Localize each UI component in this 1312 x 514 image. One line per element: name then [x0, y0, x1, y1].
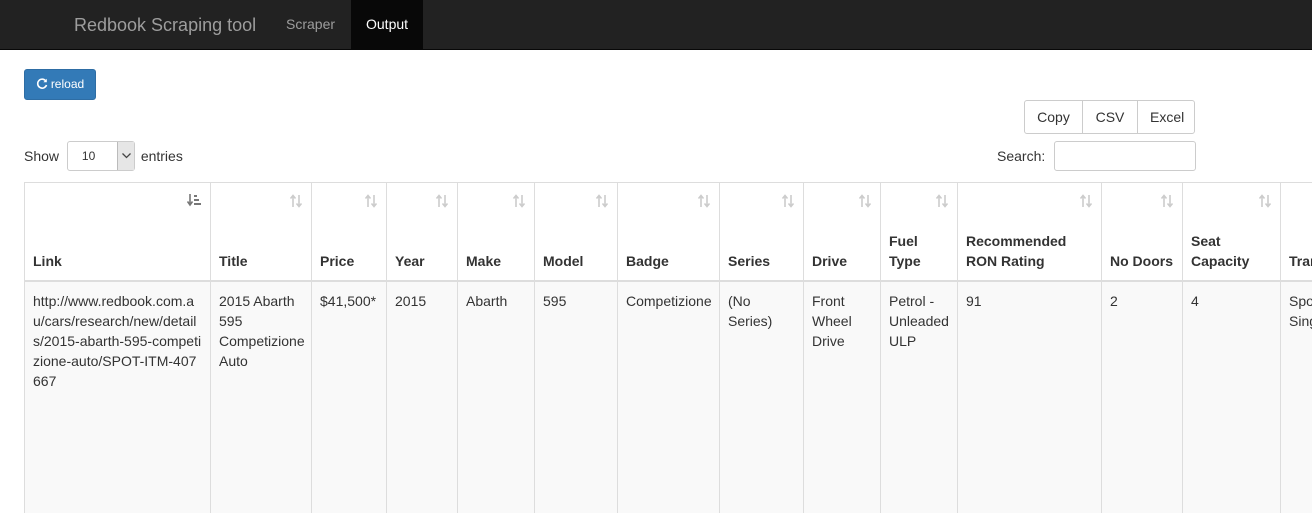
column-header-title[interactable]: Title [210, 182, 312, 282]
column-header-label: Title [219, 252, 248, 269]
sort-button[interactable] [364, 193, 378, 213]
reload-label: reload [50, 77, 85, 91]
brand-title[interactable]: Redbook Scraping tool [74, 0, 256, 50]
sort-icon [935, 194, 949, 208]
column-header-recommended-ron-rating[interactable]: Recommended RON Rating [957, 182, 1102, 282]
column-header-label: Recommended RON Rating [966, 232, 1067, 269]
column-header-label: Badge [626, 252, 669, 269]
table-cell: Competizione [617, 280, 720, 513]
table-row[interactable]: http://www.redbook.com.au/cars/research/… [24, 280, 1312, 513]
sort-icon [781, 194, 795, 208]
sort-button[interactable] [1160, 193, 1174, 213]
sort-icon [512, 194, 526, 208]
excel-button[interactable]: Excel [1137, 100, 1195, 134]
column-header-label: No Doors [1110, 252, 1173, 269]
dropdown-arrow[interactable] [116, 142, 134, 170]
sort-icon [1258, 194, 1272, 208]
table-cell: $41,500* [311, 280, 387, 513]
table-cell: Petrol - Unleaded ULP [880, 280, 958, 513]
column-header-label: Transmission [1289, 252, 1312, 269]
sort-button[interactable] [697, 193, 711, 213]
entries-select[interactable]: 10 [66, 141, 135, 171]
sort-button[interactable] [289, 193, 303, 213]
sort-button[interactable] [1258, 193, 1272, 213]
column-header-no-doors[interactable]: No Doors [1101, 182, 1183, 282]
table-header-row: Link Title Price Year Make Model Badge Series Dr… [24, 182, 1312, 282]
sort-icon [1160, 194, 1174, 208]
tab-scraper[interactable]: Scraper [271, 0, 350, 49]
copy-button[interactable]: Copy [1024, 100, 1083, 134]
column-header-label: Model [543, 252, 584, 269]
table-cell: http://www.redbook.com.au/cars/research/… [24, 280, 211, 513]
column-header-badge[interactable]: Badge [617, 182, 720, 282]
search-input[interactable] [1054, 141, 1197, 171]
sort-icon [697, 194, 711, 208]
column-header-label: Series [728, 252, 771, 269]
table-cell: Front Wheel Drive [803, 280, 881, 513]
navbar: Redbook Scraping tool Scraper Output [0, 0, 1312, 50]
sort-button[interactable] [935, 193, 949, 213]
entries-length-control: Show 10 entries [24, 141, 183, 171]
table-cell: Sports Single [1280, 280, 1312, 513]
column-header-price[interactable]: Price [311, 182, 387, 282]
table-cell: 595 [534, 280, 618, 513]
column-header-label: Seat Capacity [1191, 232, 1250, 269]
column-header-series[interactable]: Series [719, 182, 804, 282]
csv-button[interactable]: CSV [1082, 100, 1138, 134]
sort-icon [1079, 194, 1093, 208]
column-header-model[interactable]: Model [534, 182, 618, 282]
output-table: Link Title Price Year Make Model Badge Series Dr… [24, 182, 1312, 513]
entries-label: entries [140, 148, 183, 164]
sort-icon [364, 194, 378, 208]
table-cell: 2015 [386, 280, 458, 513]
column-header-fuel-type[interactable]: Fuel Type [880, 182, 958, 282]
column-header-year[interactable]: Year [386, 182, 458, 282]
table-cell: (No Series) [719, 280, 804, 513]
sort-button[interactable] [186, 193, 202, 213]
sort-icon [858, 194, 872, 208]
column-header-label: Price [320, 252, 355, 269]
column-header-label: Make [466, 252, 502, 269]
show-label: Show [24, 148, 60, 164]
column-header-seat-capacity[interactable]: Seat Capacity [1182, 182, 1281, 282]
sort-button[interactable] [1079, 193, 1093, 213]
reload-button[interactable]: reload [24, 69, 96, 100]
column-header-label: Drive [812, 252, 848, 269]
column-header-make[interactable]: Make [457, 182, 535, 282]
sort-button[interactable] [781, 193, 795, 213]
search-control: Search: [997, 141, 1197, 171]
sort-icon [595, 194, 609, 208]
export-button-group: Copy CSV Excel [1024, 100, 1195, 134]
column-header-label: Year [395, 252, 425, 269]
tab-output[interactable]: Output [351, 0, 424, 49]
column-header-transmission[interactable]: Transmission [1280, 182, 1312, 282]
table-cell: Abarth [457, 280, 535, 513]
column-header-drive[interactable]: Drive [803, 182, 881, 282]
chevron-down-icon [121, 153, 131, 159]
sort-button[interactable] [435, 193, 449, 213]
sort-button[interactable] [858, 193, 872, 213]
entries-select-value: 10 [81, 149, 96, 163]
column-header-label: Link [33, 252, 62, 269]
sort-button[interactable] [512, 193, 526, 213]
sort-icon [289, 194, 303, 208]
column-header-label: Fuel Type [889, 232, 921, 269]
sort-icon [435, 194, 449, 208]
search-label: Search: [997, 148, 1046, 164]
column-header-link[interactable]: Link [24, 182, 211, 282]
refresh-icon [36, 78, 48, 89]
table-cell: 2015 Abarth 595 Competizione Auto [210, 280, 312, 513]
table-cell: 4 [1182, 280, 1281, 513]
sort-button[interactable] [595, 193, 609, 213]
sort-active-icon [186, 194, 201, 207]
table-cell: 91 [957, 280, 1102, 513]
output-table-container: Link Title Price Year Make Model Badge Series Dr… [24, 182, 1312, 514]
table-cell: 2 [1101, 280, 1183, 513]
